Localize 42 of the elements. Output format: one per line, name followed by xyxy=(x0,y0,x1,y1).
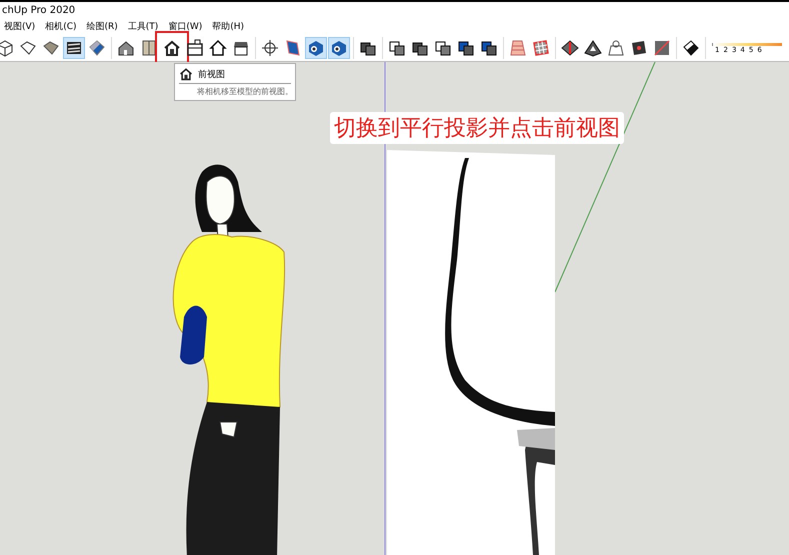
house-icon xyxy=(117,39,135,57)
house-back-icon xyxy=(232,39,250,57)
mesh-icon xyxy=(509,39,527,57)
cube-icon xyxy=(307,39,325,57)
eraser-icon xyxy=(682,39,700,57)
menu-item[interactable]: 窗口(W) xyxy=(168,20,202,33)
cube-icon xyxy=(330,39,348,57)
toolbar-button[interactable] xyxy=(305,37,327,59)
bag-icon xyxy=(607,39,625,57)
layered-cubes-icon xyxy=(388,39,406,57)
menu-item[interactable]: 相机(C) xyxy=(45,20,76,33)
grid-icon xyxy=(532,39,550,57)
diamond-icon xyxy=(561,39,579,57)
menu-item[interactable]: 工具(T) xyxy=(128,20,158,33)
toolbar-button[interactable] xyxy=(259,37,281,59)
toolbar-button[interactable] xyxy=(63,37,85,59)
shaded-box-icon xyxy=(88,39,106,57)
caption-text: 切换到平行投影并点击前视图 xyxy=(330,112,624,144)
tooltip-title: 前视图 xyxy=(198,68,225,80)
orbit-icon xyxy=(261,39,279,57)
shaded-cube-icon xyxy=(42,39,60,57)
box-icon xyxy=(140,39,158,57)
toolbar-button[interactable] xyxy=(207,37,229,59)
striped-cube-icon xyxy=(65,39,83,57)
menu-item[interactable]: 绘图(R) xyxy=(86,20,118,33)
menu-item[interactable]: 帮助(H) xyxy=(212,20,244,33)
house-front-icon xyxy=(179,67,193,81)
toolbar-button[interactable] xyxy=(328,37,350,59)
layered-cubes-icon xyxy=(457,39,475,57)
house-side-icon xyxy=(186,39,204,57)
terrain-icon xyxy=(584,39,602,57)
cube-outline-icon xyxy=(19,39,37,57)
menu-item[interactable]: 视图(V) xyxy=(4,20,36,33)
section-plane-icon xyxy=(284,39,302,57)
tooltip-description: 将相机移至模型的前视图。 xyxy=(196,86,291,97)
pyramid-icon xyxy=(653,39,671,57)
house-front-icon xyxy=(163,39,181,57)
layered-cubes-icon xyxy=(434,39,452,57)
window-title: chUp Pro 2020 xyxy=(2,4,76,16)
layered-cubes-icon xyxy=(480,39,498,57)
wireframe-cube-icon xyxy=(0,39,14,57)
house-outline-icon xyxy=(209,39,227,57)
